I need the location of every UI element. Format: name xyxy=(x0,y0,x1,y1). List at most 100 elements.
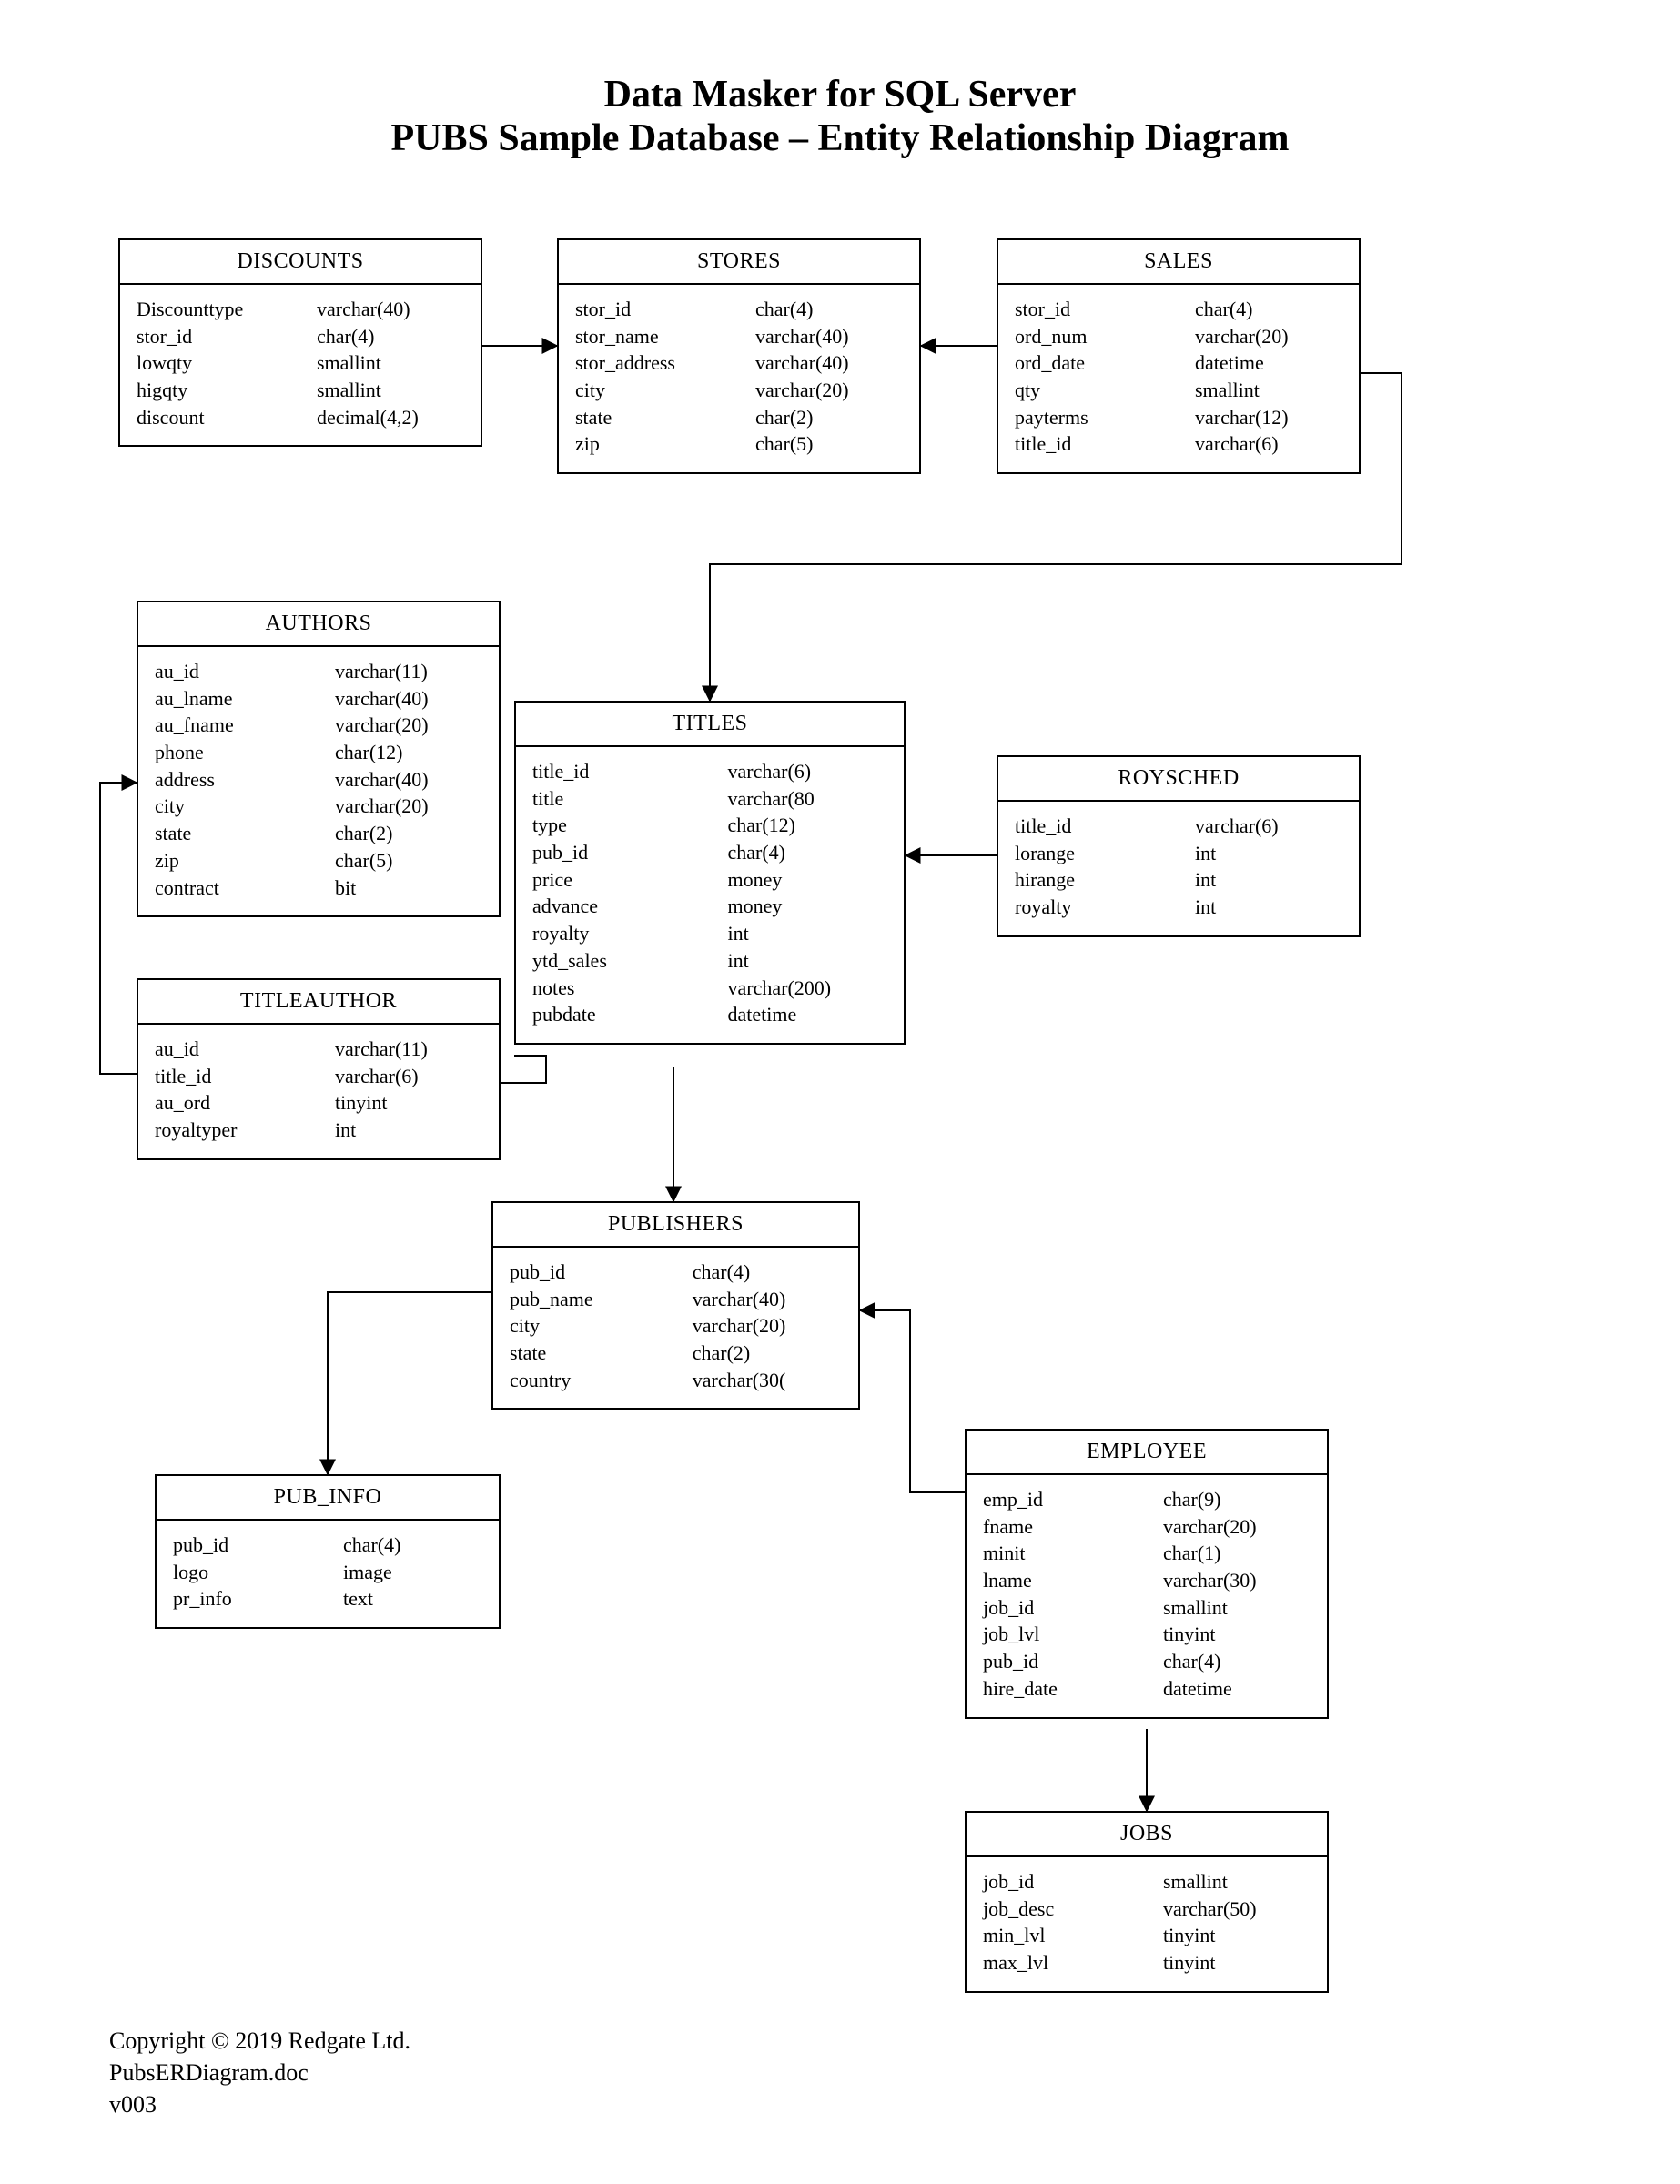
column-type: text xyxy=(343,1585,482,1613)
entity-header: AUTHORS xyxy=(138,602,499,647)
footer-copyright: Copyright © 2019 Redgate Ltd. xyxy=(109,2025,410,2057)
page-footer: Copyright © 2019 Redgate Ltd. PubsERDiag… xyxy=(109,2025,410,2120)
title-line-1: Data Masker for SQL Server xyxy=(0,73,1680,116)
column-row: stor_idchar(4) xyxy=(137,323,464,350)
column-name: title_id xyxy=(1015,813,1195,840)
column-name: job_id xyxy=(983,1868,1163,1896)
column-row: statechar(2) xyxy=(575,404,903,431)
column-type: money xyxy=(728,893,888,920)
column-row: au_idvarchar(11) xyxy=(155,658,482,685)
column-name: advance xyxy=(532,893,728,920)
column-row: hire_datedatetime xyxy=(983,1675,1311,1703)
column-name: au_id xyxy=(155,1036,335,1063)
column-row: logoimage xyxy=(173,1559,482,1586)
column-row: au_idvarchar(11) xyxy=(155,1036,482,1063)
column-row: au_lnamevarchar(40) xyxy=(155,685,482,713)
column-name: contract xyxy=(155,875,335,902)
column-type: varchar(30( xyxy=(693,1367,842,1394)
column-type: varchar(11) xyxy=(335,658,482,685)
column-row: countryvarchar(30( xyxy=(510,1367,842,1394)
column-name: lorange xyxy=(1015,840,1195,867)
column-name: au_ord xyxy=(155,1089,335,1117)
entity-stores: STORESstor_idchar(4)stor_namevarchar(40)… xyxy=(557,238,921,474)
entity-employee: EMPLOYEEemp_idchar(9)fnamevarchar(20)min… xyxy=(965,1429,1329,1719)
column-type: varchar(40) xyxy=(755,349,903,377)
column-row: pub_namevarchar(40) xyxy=(510,1286,842,1313)
entity-body: emp_idchar(9)fnamevarchar(20)minitchar(1… xyxy=(967,1475,1327,1717)
column-row: qtysmallint xyxy=(1015,377,1342,404)
column-row: ytd_salesint xyxy=(532,947,887,975)
column-name: city xyxy=(575,377,755,404)
column-type: smallint xyxy=(317,377,464,404)
entity-publishers: PUBLISHERSpub_idchar(4)pub_namevarchar(4… xyxy=(491,1201,860,1410)
column-row: higqtysmallint xyxy=(137,377,464,404)
entity-body: title_idvarchar(6)lorangeinthirangeintro… xyxy=(998,802,1359,935)
footer-filename: PubsERDiagram.doc xyxy=(109,2057,410,2088)
entity-header: EMPLOYEE xyxy=(967,1431,1327,1475)
column-name: discount xyxy=(137,404,317,431)
column-type: varchar(40) xyxy=(317,296,464,323)
column-row: max_lvltinyint xyxy=(983,1949,1311,1977)
column-type: bit xyxy=(335,875,482,902)
column-row: cityvarchar(20) xyxy=(510,1312,842,1340)
entity-header: ROYSCHED xyxy=(998,757,1359,802)
column-type: varchar(6) xyxy=(1195,813,1342,840)
column-type: varchar(40) xyxy=(335,685,482,713)
column-row: min_lvltinyint xyxy=(983,1922,1311,1949)
column-row: royaltyperint xyxy=(155,1117,482,1144)
column-type: char(2) xyxy=(755,404,903,431)
column-name: au_lname xyxy=(155,685,335,713)
column-name: country xyxy=(510,1367,693,1394)
column-row: minitchar(1) xyxy=(983,1540,1311,1567)
column-type: smallint xyxy=(317,349,464,377)
column-type: char(2) xyxy=(335,820,482,847)
entity-header: STORES xyxy=(559,240,919,285)
column-name: city xyxy=(510,1312,693,1340)
column-name: zip xyxy=(575,430,755,458)
column-row: au_ordtinyint xyxy=(155,1089,482,1117)
entity-header: SALES xyxy=(998,240,1359,285)
column-type: smallint xyxy=(1163,1594,1311,1622)
entity-sales: SALESstor_idchar(4)ord_numvarchar(20)ord… xyxy=(997,238,1361,474)
connector-titleauthor-authors xyxy=(100,783,137,1074)
column-name: pub_name xyxy=(510,1286,693,1313)
column-name: ytd_sales xyxy=(532,947,728,975)
column-type: varchar(6) xyxy=(1195,430,1342,458)
column-type: varchar(6) xyxy=(335,1063,482,1090)
column-type: char(9) xyxy=(1163,1486,1311,1513)
column-name: phone xyxy=(155,739,335,766)
entity-discounts: DISCOUNTSDiscounttypevarchar(40)stor_idc… xyxy=(118,238,482,447)
column-name: Discounttype xyxy=(137,296,317,323)
entity-roysched: ROYSCHEDtitle_idvarchar(6)lorangeinthira… xyxy=(997,755,1361,937)
column-name: ord_date xyxy=(1015,349,1195,377)
column-type: varchar(6) xyxy=(728,758,888,785)
column-type: varchar(40) xyxy=(693,1286,842,1313)
column-name: royalty xyxy=(532,920,728,947)
column-type: char(12) xyxy=(335,739,482,766)
column-type: int xyxy=(1195,894,1342,921)
column-name: job_lvl xyxy=(983,1621,1163,1648)
column-type: smallint xyxy=(1163,1868,1311,1896)
connector-titleauthor-titles xyxy=(501,1056,546,1083)
column-row: pubdatedatetime xyxy=(532,1001,887,1028)
column-row: cityvarchar(20) xyxy=(575,377,903,404)
column-row: job_descvarchar(50) xyxy=(983,1896,1311,1923)
column-type: decimal(4,2) xyxy=(317,404,464,431)
column-name: job_id xyxy=(983,1594,1163,1622)
column-name: au_id xyxy=(155,658,335,685)
column-row: title_idvarchar(6) xyxy=(1015,430,1342,458)
entity-body: au_idvarchar(11)au_lnamevarchar(40)au_fn… xyxy=(138,647,499,915)
column-name: state xyxy=(510,1340,693,1367)
column-name: stor_id xyxy=(137,323,317,350)
column-type: varchar(20) xyxy=(755,377,903,404)
column-name: min_lvl xyxy=(983,1922,1163,1949)
page-title: Data Masker for SQL Server PUBS Sample D… xyxy=(0,73,1680,161)
column-name: ord_num xyxy=(1015,323,1195,350)
column-name: title_id xyxy=(155,1063,335,1090)
entity-header: PUB_INFO xyxy=(157,1476,499,1521)
column-name: title xyxy=(532,785,728,813)
column-type: char(5) xyxy=(755,430,903,458)
column-type: varchar(20) xyxy=(335,712,482,739)
column-type: char(5) xyxy=(335,847,482,875)
column-name: royalty xyxy=(1015,894,1195,921)
